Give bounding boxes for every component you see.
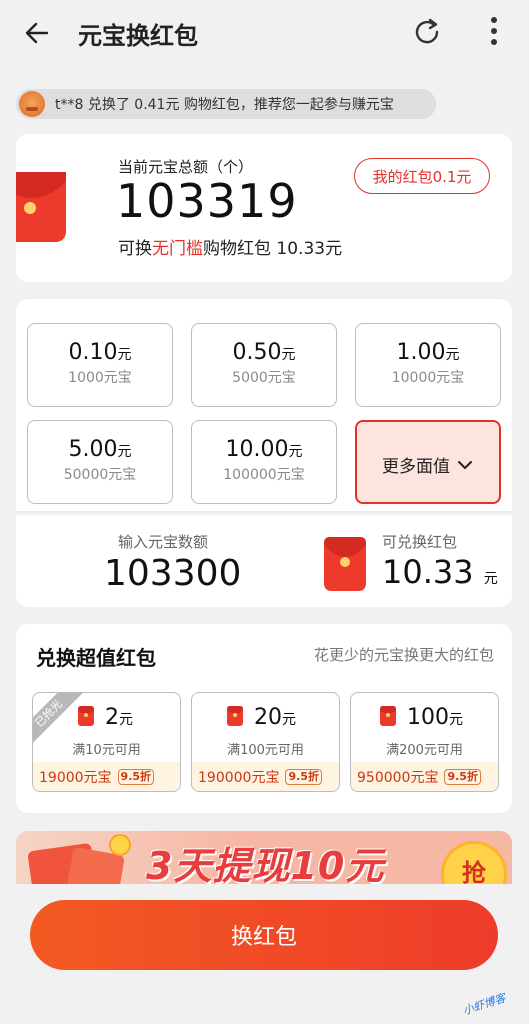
- offer-value: 2元: [105, 705, 133, 730]
- denomination-amount: 0.10元: [68, 340, 132, 365]
- offer-value: 20元: [254, 705, 296, 730]
- section-title: 兑换超值红包: [36, 646, 156, 670]
- super-value-offers: 兑换超值红包 花更少的元宝换更大的红包 已抢光 2元 满10元可用 19000元…: [16, 624, 512, 813]
- discount-badge: 9.5折: [444, 768, 481, 785]
- red-packet-icon: [324, 537, 366, 591]
- yuanbao-amount-input[interactable]: 103300: [104, 553, 241, 594]
- more-denominations-label: 更多面值: [382, 457, 450, 477]
- input-label: 输入元宝数额: [118, 533, 209, 551]
- offer-condition: 满10元可用: [72, 743, 141, 758]
- denomination-option[interactable]: 1.00元 10000元宝: [355, 323, 501, 407]
- offer-card[interactable]: 20元 满100元可用 190000元宝 9.5折: [191, 692, 340, 792]
- red-envelope-illustration: [28, 834, 131, 887]
- offer-condition: 满100元可用: [227, 743, 304, 758]
- exchange-input-card: 输入元宝数额 103300 可兑换红包 10.33 元: [16, 511, 512, 607]
- denomination-amount: 1.00元: [396, 340, 460, 365]
- offer-card[interactable]: 100元 满200元可用 950000元宝 9.5折: [350, 692, 499, 792]
- grab-button[interactable]: 抢: [441, 841, 507, 887]
- watermark-logo: 小虾博客: [461, 991, 508, 1018]
- section-subtitle: 花更少的元宝换更大的红包: [313, 646, 494, 664]
- balance-card: 当前元宝总额（个） 103319 可换无门槛购物红包 10.33元 我的红包0.…: [16, 134, 512, 282]
- banner-headline: 3天提现10元: [146, 844, 385, 887]
- offer-value: 100元: [407, 705, 463, 730]
- denomination-cost: 10000元宝: [391, 370, 465, 386]
- offer-condition: 满200元可用: [386, 743, 463, 758]
- app-header: 元宝换红包: [0, 0, 529, 68]
- denomination-amount: 5.00元: [68, 437, 132, 462]
- discount-badge: 9.5折: [285, 768, 322, 785]
- denomination-cost: 1000元宝: [68, 370, 132, 386]
- denomination-option[interactable]: 0.50元 5000元宝: [191, 323, 337, 407]
- bottom-action-bar: 换红包 小虾博客: [0, 884, 529, 1024]
- balance-value: 103319: [116, 174, 298, 228]
- convertible-suffix: 购物红包 10.33元: [203, 239, 343, 259]
- offer-price: 190000元宝: [198, 769, 280, 786]
- exchange-red-packet-button[interactable]: 换红包: [30, 900, 498, 970]
- exchangeable-label: 可兑换红包: [382, 533, 458, 551]
- denomination-amount: 10.00元: [225, 437, 303, 462]
- user-avatar: [19, 91, 45, 117]
- my-red-packet-button[interactable]: 我的红包0.1元: [354, 158, 490, 194]
- denomination-cost: 50000元宝: [63, 467, 137, 483]
- exchange-ticker: t**8 兑换了 0.41元 购物红包，推荐您一起参与赚元宝: [16, 89, 436, 119]
- offer-price: 19000元宝: [39, 769, 112, 786]
- offer-card[interactable]: 已抢光 2元 满10元可用 19000元宝 9.5折: [32, 692, 181, 792]
- denomination-amount: 0.50元: [232, 340, 296, 365]
- denomination-cost: 5000元宝: [232, 370, 296, 386]
- denomination-cost: 100000元宝: [223, 467, 305, 483]
- more-denominations-button[interactable]: 更多面值: [355, 420, 501, 504]
- red-packet-icon: [227, 706, 243, 726]
- red-packet-icon: [78, 706, 94, 726]
- more-vertical-icon[interactable]: [484, 14, 504, 48]
- chevron-down-icon: [458, 460, 472, 469]
- page-title: 元宝换红包: [78, 22, 198, 50]
- arrow-left-icon[interactable]: [22, 18, 52, 48]
- no-threshold-highlight: 无门槛: [152, 239, 203, 259]
- ticker-text: t**8 兑换了 0.41元 购物红包，推荐您一起参与赚元宝: [55, 97, 394, 113]
- red-packet-icon: [16, 172, 66, 242]
- refresh-icon[interactable]: [411, 16, 443, 48]
- exchangeable-value: 10.33 元: [382, 553, 498, 591]
- convertible-prefix: 可换: [118, 239, 152, 259]
- red-packet-icon: [380, 706, 396, 726]
- discount-badge: 9.5折: [117, 768, 155, 785]
- denomination-option[interactable]: 10.00元 100000元宝: [191, 420, 337, 504]
- withdraw-promo-banner[interactable]: 3天提现10元 抢: [16, 831, 512, 887]
- convertible-amount: 可换无门槛购物红包 10.33元: [118, 234, 342, 259]
- denomination-option[interactable]: 5.00元 50000元宝: [27, 420, 173, 504]
- offer-price: 950000元宝: [357, 769, 439, 786]
- denomination-grid: 0.10元 1000元宝 0.50元 5000元宝 1.00元 10000元宝 …: [16, 299, 512, 511]
- denomination-option[interactable]: 0.10元 1000元宝: [27, 323, 173, 407]
